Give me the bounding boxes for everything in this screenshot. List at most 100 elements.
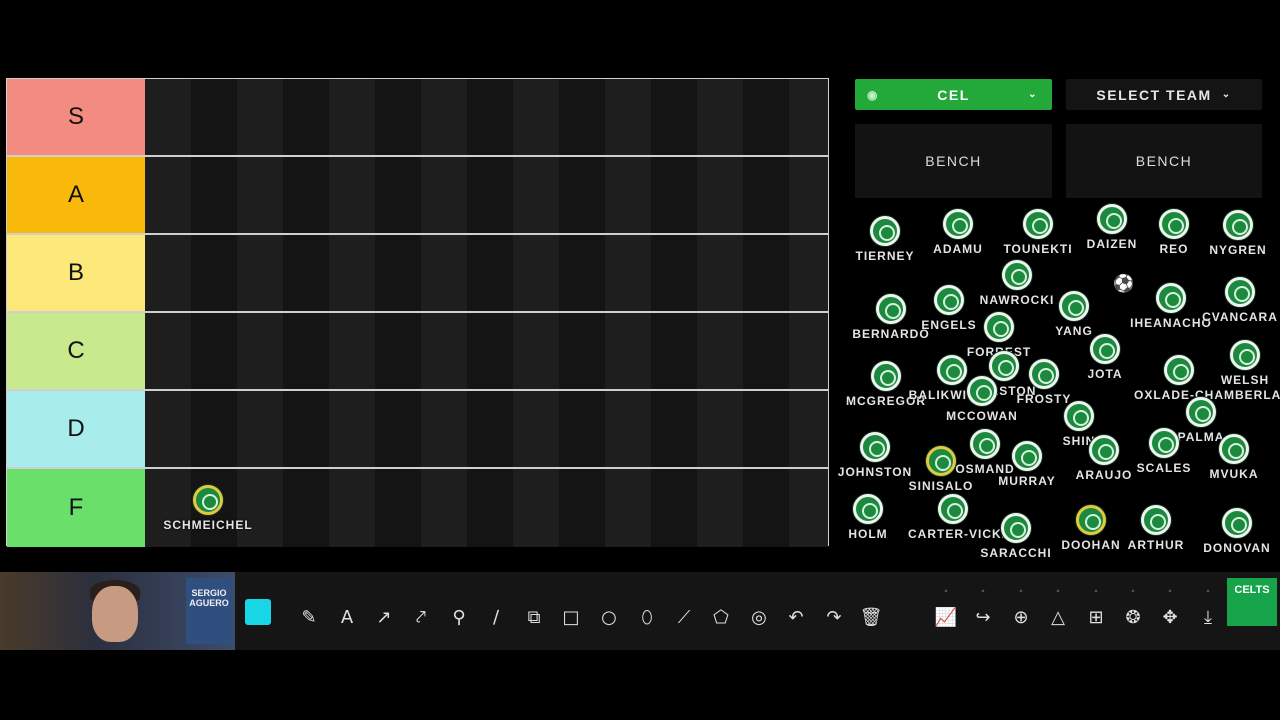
undo-icon[interactable]: ↶: [783, 604, 809, 630]
trash-icon[interactable]: 🗑: [858, 604, 884, 630]
tier-label[interactable]: C: [7, 313, 145, 389]
target-icon[interactable]: ◎: [746, 604, 772, 630]
player-name: MCCOWAN: [946, 409, 1018, 423]
team-select-secondary[interactable]: SELECT TEAM ⌄: [1066, 79, 1262, 110]
curved-arrow-icon[interactable]: ⤤: [408, 604, 434, 630]
magnifier-icon[interactable]: ⚲: [446, 604, 472, 630]
club-crest-icon: [1059, 291, 1089, 321]
club-crest-icon: [934, 285, 964, 315]
club-crest-icon: [193, 485, 223, 515]
grid-icon[interactable]: ˄ ⊞: [1083, 590, 1109, 630]
club-crest-icon: [1230, 340, 1260, 370]
club-crest-icon: [1097, 204, 1127, 234]
club-crest-icon: [1089, 435, 1119, 465]
player-name: MVUKA: [1209, 467, 1259, 481]
tier-drop-area[interactable]: [145, 391, 828, 467]
text-icon[interactable]: A: [334, 604, 360, 630]
tier-list: S A B C D F: [6, 78, 829, 547]
tier-label[interactable]: A: [7, 157, 145, 233]
player-token-schmeichel[interactable]: SCHMEICHEL: [163, 485, 253, 532]
player-token[interactable]: MURRAY: [982, 441, 1072, 488]
club-crest-icon: [1141, 505, 1171, 535]
club-crest-icon: [1076, 505, 1106, 535]
shirt-icon[interactable]: ˄ ❂: [1120, 590, 1146, 630]
tier-row-a: A: [7, 157, 828, 235]
tier-label[interactable]: F: [7, 469, 145, 547]
line-icon[interactable]: ∕: [483, 604, 509, 630]
chevron-down-icon: ⌄: [1221, 89, 1232, 100]
lasso-icon[interactable]: ⬯: [634, 604, 660, 630]
club-crest-icon: [1222, 508, 1252, 538]
player-name: DONOVAN: [1203, 541, 1271, 555]
club-crest-icon: [1225, 277, 1255, 307]
bench-zone-right[interactable]: BENCH: [1066, 124, 1262, 198]
tier-drop-area[interactable]: [145, 313, 828, 389]
tier-row-c: C: [7, 313, 828, 391]
tier-row-d: D: [7, 391, 828, 469]
club-crest-icon: [1023, 209, 1053, 239]
club-crest-icon: [1156, 283, 1186, 313]
bench-zone-left[interactable]: BENCH: [855, 124, 1052, 198]
color-swatch-primary: [245, 599, 271, 625]
tier-row-b: B: [7, 235, 828, 313]
club-crest-icon: [1149, 428, 1179, 458]
club-crest-icon: [1001, 513, 1031, 543]
player-token[interactable]: MVUKA: [1189, 434, 1279, 481]
player-token[interactable]: OXLADE-CHAMBERLAIN: [1134, 355, 1280, 402]
polyline-icon[interactable]: ⟋: [671, 604, 697, 630]
tier-drop-area[interactable]: [145, 235, 828, 311]
club-crest-icon: [1219, 434, 1249, 464]
eye-icon[interactable]: ◉: [867, 88, 879, 102]
download-icon[interactable]: ˄ ⤓: [1195, 590, 1221, 630]
channel-logo: CELTS: [1227, 578, 1277, 626]
rectangle-icon[interactable]: □: [558, 604, 584, 630]
triangle-icon[interactable]: ˄ △: [1045, 590, 1071, 630]
webcam-poster: SERGIO AGUERO: [186, 578, 232, 644]
tier-label[interactable]: S: [7, 79, 145, 155]
zoom-icon[interactable]: ˄ ⊕: [1008, 590, 1034, 630]
tier-row-f: F: [7, 469, 828, 547]
resize-icon[interactable]: ⧉: [521, 604, 547, 630]
player-name: NYGREN: [1209, 243, 1267, 257]
club-crest-icon: [1090, 334, 1120, 364]
player-token[interactable]: DONOVAN: [1192, 508, 1280, 555]
player-name: SCHMEICHEL: [163, 518, 253, 532]
tier-row-s: S: [7, 79, 828, 157]
player-token[interactable]: HOLM: [823, 494, 913, 541]
webcam-overlay: SERGIO AGUERO: [0, 572, 235, 650]
player-token[interactable]: NYGREN: [1193, 210, 1280, 257]
club-crest-icon: [1002, 260, 1032, 290]
team-select-primary[interactable]: ◉ CEL ⌄: [855, 79, 1052, 110]
player-token[interactable]: CVANCARA: [1195, 277, 1280, 324]
move-icon[interactable]: ˄ ✥: [1157, 590, 1183, 630]
pen-icon[interactable]: ✎: [296, 604, 322, 630]
club-crest-icon: [870, 216, 900, 246]
player-token[interactable]: MCCOWAN: [937, 376, 1027, 423]
chart-icon[interactable]: ˄ 📈: [933, 590, 959, 630]
player-name: ARTHUR: [1127, 538, 1185, 552]
color-picker-button[interactable]: [244, 598, 284, 636]
club-crest-icon: [967, 376, 997, 406]
club-crest-icon: [1186, 397, 1216, 427]
club-crest-icon: [984, 312, 1014, 342]
circle-icon[interactable]: ○: [596, 604, 622, 630]
share-icon[interactable]: ˄ ↪: [970, 590, 996, 630]
polygon-icon[interactable]: ⬠: [708, 604, 734, 630]
player-token[interactable]: SINISALO: [896, 446, 986, 493]
club-crest-icon: [1064, 401, 1094, 431]
chevron-down-icon: ⌄: [1028, 89, 1038, 100]
tier-drop-area[interactable]: [145, 79, 828, 155]
player-name: MURRAY: [998, 474, 1056, 488]
player-token[interactable]: ADAMU: [913, 209, 1003, 256]
player-token[interactable]: ARTHUR: [1111, 505, 1201, 552]
tier-drop-area[interactable]: [145, 157, 828, 233]
webcam-face: [92, 586, 138, 642]
arrow-icon[interactable]: ↗: [371, 604, 397, 630]
club-crest-icon: [943, 209, 973, 239]
tier-label[interactable]: B: [7, 235, 145, 311]
tier-label[interactable]: D: [7, 391, 145, 467]
club-crest-icon: [1223, 210, 1253, 240]
club-crest-icon: [1159, 209, 1189, 239]
redo-icon[interactable]: ↷: [821, 604, 847, 630]
club-crest-icon: [938, 494, 968, 524]
